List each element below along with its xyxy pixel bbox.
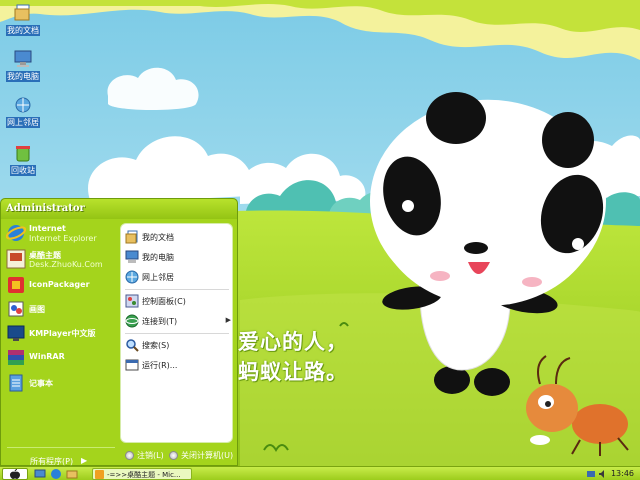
place-item-my-documents[interactable]: 我的文档	[125, 228, 229, 246]
desktop-icon-my-documents[interactable]: 我的文档	[0, 4, 46, 36]
place-label: 控制面板(C)	[142, 297, 186, 306]
submenu-arrow-icon: ▶	[225, 316, 231, 324]
iconpackager-icon	[8, 277, 24, 293]
place-label: 连接到(T)	[142, 317, 178, 326]
place-label: 搜索(S)	[142, 341, 170, 350]
quicklaunch-folder-icon[interactable]	[66, 468, 78, 480]
desktop-icon-recycle-bin[interactable]: 回收站	[0, 144, 46, 176]
logoff-icon	[125, 451, 134, 460]
network-places-icon	[15, 97, 31, 113]
place-item-connect-to[interactable]: 连接到(T) ▶	[125, 312, 231, 330]
program-title: KMPlayer中文版	[29, 329, 96, 338]
program-title: WinRAR	[29, 352, 65, 361]
my-documents-icon	[14, 4, 30, 21]
place-item-my-computer[interactable]: 我的电脑	[125, 248, 229, 266]
place-item-search[interactable]: 搜索(S)	[125, 336, 229, 354]
program-item-winrar[interactable]: WinRAR	[3, 345, 119, 369]
place-label: 网上邻居	[142, 273, 174, 282]
wallpaper-slogan-line-2: 蚂蚁让路。	[238, 360, 348, 384]
desktop-icon-label: 我的电脑	[6, 71, 40, 82]
place-label: 我的文档	[142, 233, 174, 242]
place-label: 我的电脑	[142, 253, 174, 262]
desktop-icon-label: 回收站	[10, 165, 36, 176]
left-pane-divider	[7, 447, 115, 448]
kmplayer-icon	[7, 325, 25, 341]
desktop-icon-label: 我的文档	[6, 25, 40, 36]
quicklaunch-browser-icon[interactable]	[50, 468, 62, 480]
program-title: 记事本	[29, 379, 53, 388]
all-programs-arrow-icon: ▶	[81, 456, 88, 465]
program-item-notepad[interactable]: 记事本	[3, 371, 119, 395]
program-title: IconPackager	[29, 280, 90, 289]
desktop-icon-my-computer[interactable]: 我的电脑	[0, 50, 46, 82]
paint-icon	[8, 301, 24, 317]
pinned-programs-list: Internet Internet Explorer 桌酷主题 Desk.Zhu…	[3, 221, 119, 466]
place-item-network-places[interactable]: 网上邻居	[125, 268, 229, 286]
connect-to-icon	[125, 314, 139, 328]
shutdown-icon	[169, 451, 178, 460]
start-menu-header: Administrator	[1, 199, 237, 219]
program-subtitle: Desk.ZhuoKu.Com	[29, 260, 103, 269]
window-title: -=>>桌酷主题 - Mic...	[107, 471, 181, 479]
my-computer-icon	[14, 50, 32, 67]
network-places-icon	[125, 270, 139, 284]
program-item-kmplayer[interactable]: KMPlayer中文版	[3, 321, 119, 345]
program-item-zhuoku-theme[interactable]: 桌酷主题 Desk.ZhuoKu.Com	[3, 247, 119, 271]
recycle-bin-icon	[16, 146, 30, 162]
internet-explorer-icon	[6, 225, 26, 241]
control-panel-icon	[125, 294, 139, 308]
desktop-icon-network-places[interactable]: 网上邻居	[0, 96, 46, 128]
my-documents-icon	[125, 230, 138, 244]
search-icon	[126, 339, 139, 352]
winrar-icon	[8, 350, 24, 365]
program-item-paint[interactable]: 画图	[3, 297, 119, 321]
place-item-control-panel[interactable]: 控制面板(C)	[125, 292, 229, 310]
program-item-iconpackager[interactable]: IconPackager	[3, 273, 119, 297]
volume-tray-icon[interactable]	[598, 469, 608, 479]
shutdown-label: 关闭计算机(U)	[181, 451, 234, 460]
system-tray: 13:46	[586, 468, 638, 480]
desktop-icon-label: 网上邻居	[6, 117, 40, 128]
places-separator	[125, 333, 229, 334]
clock[interactable]: 13:46	[611, 469, 634, 478]
user-name: Administrator	[6, 203, 85, 214]
logoff-label: 注销(L)	[137, 451, 164, 460]
place-label: 运行(R)...	[142, 361, 178, 370]
places-separator	[125, 289, 229, 290]
wallpaper-slogan-line-1: 爱心的人，	[238, 330, 348, 354]
start-menu-footer: 注销(L) 关闭计算机(U)	[119, 446, 237, 466]
program-title: 画图	[29, 305, 45, 314]
run-icon	[125, 359, 139, 371]
place-item-run[interactable]: 运行(R)...	[125, 356, 229, 374]
apple-logo-icon	[10, 469, 20, 479]
quicklaunch-desktop-icon[interactable]	[34, 468, 46, 480]
program-item-internet[interactable]: Internet Internet Explorer	[3, 221, 119, 245]
notepad-icon	[9, 374, 23, 392]
places-list: 我的文档 我的电脑 网上邻居 控制面板(C) 连接到(T) ▶ 搜索(S) 运行…	[120, 223, 233, 443]
network-tray-icon[interactable]	[586, 469, 596, 479]
start-menu: Administrator Internet Internet Explorer…	[0, 198, 238, 466]
my-computer-icon	[125, 250, 139, 263]
taskbar: -=>>桌酷主题 - Mic... 13:46	[0, 466, 640, 480]
program-subtitle: Internet Explorer	[29, 234, 97, 243]
taskbar-window-button[interactable]: -=>>桌酷主题 - Mic...	[92, 468, 192, 480]
program-title: Internet	[29, 224, 66, 233]
window-app-icon	[95, 470, 104, 479]
zhuoku-theme-icon	[6, 249, 26, 269]
start-button[interactable]	[2, 468, 28, 480]
